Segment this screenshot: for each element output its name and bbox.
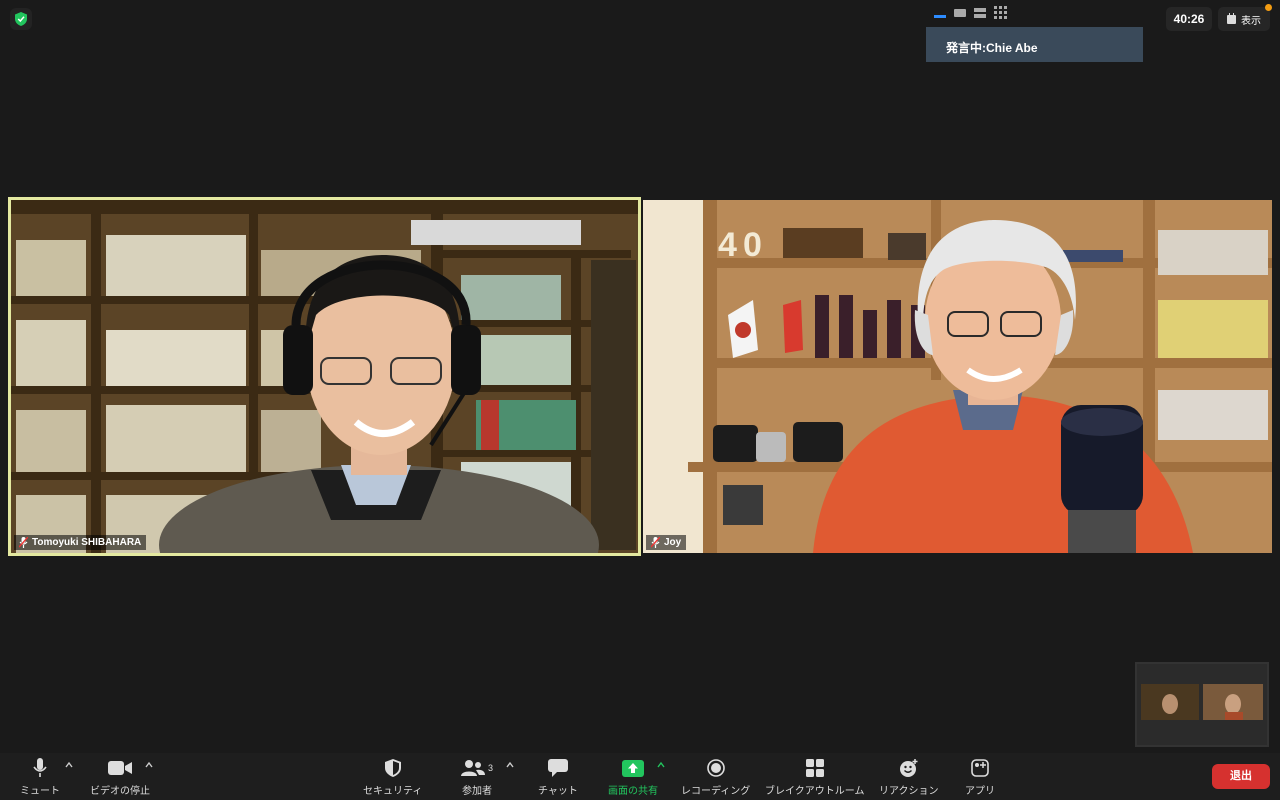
breakout-rooms-button[interactable]: ブレイクアウトルーム — [765, 757, 865, 797]
video-options-chevron-icon[interactable] — [145, 761, 153, 769]
record-label: レコーディング — [681, 786, 751, 797]
stop-video-label: ビデオの停止 — [90, 786, 150, 797]
active-view-indicator — [934, 15, 946, 18]
participants-options-chevron-icon[interactable] — [506, 761, 514, 769]
meeting-timer: 40:26 — [1166, 7, 1212, 31]
record-icon — [706, 757, 725, 779]
participant-name-tag: Joy — [646, 535, 687, 550]
notification-dot — [1265, 4, 1272, 11]
participant-name-tag: Tomoyuki SHIBAHARA — [14, 535, 147, 550]
mute-label: ミュート — [20, 786, 60, 797]
video-feed-office-shelves: 4 0 — [643, 200, 1272, 553]
reactions-button[interactable]: リアクション — [879, 757, 939, 797]
video-camera-icon — [108, 757, 132, 779]
participant-name: Joy — [664, 537, 682, 548]
record-button[interactable]: レコーディング — [681, 757, 750, 797]
share-screen-icon — [622, 757, 644, 779]
calendar-icon — [1227, 12, 1236, 24]
leave-meeting-button[interactable]: 退出 — [1212, 764, 1270, 789]
muted-microphone-icon — [651, 537, 660, 548]
speaker-view-icon[interactable] — [954, 8, 966, 17]
participant-video-tile[interactable]: 4 0 Joy — [643, 200, 1272, 553]
svg-text:0: 0 — [743, 226, 762, 264]
microphone-icon — [33, 757, 47, 779]
muted-microphone-icon — [19, 537, 28, 548]
chat-button[interactable]: チャット — [538, 757, 578, 797]
view-button[interactable]: 表示 — [1218, 4, 1272, 31]
shield-icon — [384, 757, 401, 779]
chat-label: チャット — [538, 786, 578, 797]
strip-view-icon[interactable] — [974, 7, 986, 18]
self-view-thumbnail[interactable] — [1135, 662, 1269, 747]
gallery-view-icon[interactable] — [994, 6, 1007, 19]
chat-bubble-icon — [547, 757, 568, 779]
audio-options-chevron-icon[interactable] — [65, 761, 73, 769]
reactions-label: リアクション — [879, 786, 939, 797]
view-button-label: 表示 — [1241, 15, 1261, 27]
security-label: セキュリティ — [363, 786, 423, 797]
breakout-rooms-label: ブレイクアウトルーム — [765, 786, 865, 797]
participants-count: 3 — [488, 763, 494, 773]
apps-label: アプリ — [965, 786, 995, 797]
video-feed-bookshelf — [11, 200, 638, 553]
participants-button[interactable]: 3 参加者 — [461, 757, 493, 797]
participant-video-tile[interactable]: Tomoyuki SHIBAHARA — [8, 197, 641, 556]
active-speaker-label: 発言中:Chie Abe — [926, 27, 1143, 62]
apps-icon — [971, 757, 989, 779]
apps-button[interactable]: アプリ — [965, 757, 995, 797]
encryption-shield-icon[interactable] — [10, 8, 32, 30]
self-view-feed — [1137, 664, 1267, 745]
share-options-chevron-icon[interactable] — [657, 761, 665, 769]
mute-button[interactable]: ミュート — [20, 757, 60, 797]
participants-icon: 3 — [461, 757, 493, 779]
meeting-toolbar: ミュート ビデオの停止 セキュリティ 3 参加者 チャット 画面の共有 レコーデ… — [0, 753, 1280, 800]
security-button[interactable]: セキュリティ — [363, 757, 422, 797]
participants-label: 参加者 — [462, 786, 492, 797]
smiley-reaction-icon — [899, 757, 919, 779]
breakout-rooms-icon — [805, 757, 824, 779]
stop-video-button[interactable]: ビデオの停止 — [90, 757, 150, 797]
participant-name: Tomoyuki SHIBAHARA — [32, 537, 142, 548]
svg-text:4: 4 — [718, 226, 737, 264]
share-screen-button[interactable]: 画面の共有 — [608, 757, 658, 797]
view-layout-switcher[interactable] — [934, 6, 1007, 19]
share-screen-label: 画面の共有 — [608, 786, 658, 797]
